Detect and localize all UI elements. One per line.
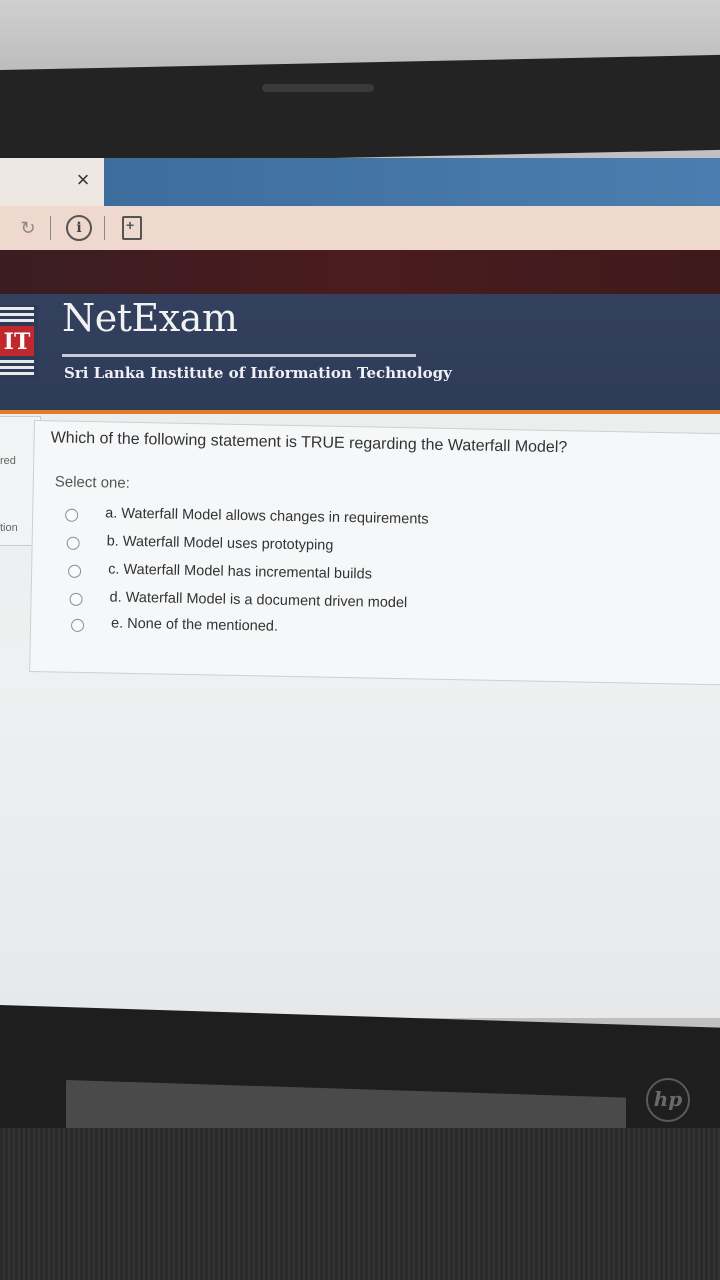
answer-label[interactable]: c. Waterfall Model has incremental build…	[108, 561, 372, 582]
answer-label[interactable]: d. Waterfall Model is a document driven …	[109, 589, 407, 611]
header-accent-line	[0, 410, 720, 414]
answer-label[interactable]: e. None of the mentioned.	[111, 616, 278, 635]
sliit-logo: IT	[0, 305, 38, 381]
webcam	[262, 84, 374, 92]
radio-button[interactable]	[65, 508, 79, 522]
question-card: Which of the following statement is TRUE…	[29, 420, 720, 686]
browser-toolbar	[0, 206, 720, 250]
question-status-label: red	[0, 455, 16, 467]
question-text: Which of the following statement is TRUE…	[50, 429, 568, 457]
svg-text:IT: IT	[4, 329, 31, 355]
laptop-bezel-top	[0, 54, 720, 165]
close-icon[interactable]: ×	[72, 166, 94, 194]
question-label: tion	[0, 522, 18, 534]
radio-button[interactable]	[67, 564, 82, 578]
title-underline	[62, 354, 416, 357]
select-prompt: Select one:	[54, 473, 131, 492]
browser-tab-background	[104, 158, 720, 206]
answer-label[interactable]: b. Waterfall Model uses prototyping	[107, 533, 334, 553]
radio-button[interactable]	[70, 618, 85, 632]
institute-name: Sri Lanka Institute of Information Techn…	[64, 364, 452, 382]
site-top-band	[0, 250, 720, 294]
answer-label[interactable]: a. Waterfall Model allows changes in req…	[105, 505, 429, 527]
reload-icon[interactable]: ↻	[18, 218, 38, 238]
page-icon[interactable]	[122, 216, 142, 240]
laptop-screen: × ↻ i IT NetExam Sri Lanka Institute of …	[0, 158, 720, 1018]
laptop-keyboard-deck	[0, 1128, 720, 1280]
radio-button[interactable]	[69, 592, 83, 606]
toolbar-divider	[104, 216, 105, 240]
hp-logo: hp	[646, 1078, 690, 1122]
radio-button[interactable]	[66, 536, 80, 550]
toolbar-divider	[50, 216, 51, 240]
app-title: NetExam	[62, 296, 238, 340]
info-icon[interactable]: i	[66, 215, 92, 241]
